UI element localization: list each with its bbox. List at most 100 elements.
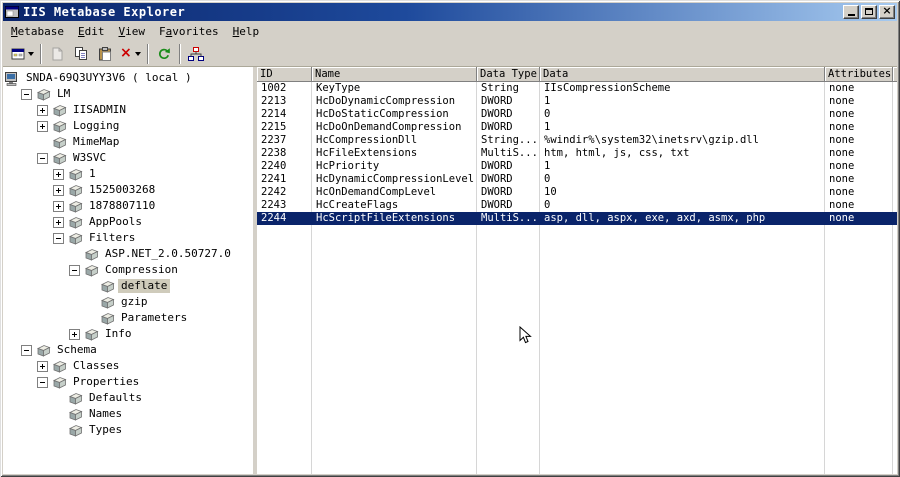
expand-icon[interactable] xyxy=(53,216,64,228)
list-row-2215[interactable]: 2215 HcDoOnDemandCompression DWORD 1 none xyxy=(257,121,897,134)
tree-item-types[interactable]: Types xyxy=(3,422,253,438)
column-header-data-type[interactable]: Data Type xyxy=(477,67,540,82)
dropdown-arrow-icon xyxy=(134,51,141,56)
delete-button[interactable]: × xyxy=(117,43,144,65)
column-header-data[interactable]: Data xyxy=(540,67,825,82)
collapse-icon[interactable] xyxy=(37,376,48,388)
tree-item-1878807110[interactable]: 1878807110 xyxy=(3,198,253,214)
tree-item-w3svc[interactable]: W3SVC xyxy=(3,150,253,166)
tree-item-lm[interactable]: LM xyxy=(3,86,253,102)
key-icon xyxy=(68,408,83,421)
menu-favorites[interactable]: Favorites xyxy=(152,23,226,40)
toolbar-separator xyxy=(40,43,42,64)
column-header-name[interactable]: Name xyxy=(312,67,477,82)
refresh-button[interactable] xyxy=(152,43,176,65)
collapse-icon[interactable] xyxy=(21,88,32,100)
list-row-2240[interactable]: 2240 HcPriority DWORD 1 none xyxy=(257,160,897,173)
console-tree-button[interactable] xyxy=(8,43,37,65)
expand-icon[interactable] xyxy=(53,184,64,196)
minimize-button[interactable] xyxy=(843,5,859,19)
menu-help[interactable]: Help xyxy=(226,23,267,40)
list-row-2214[interactable]: 2214 HcDoStaticCompression DWORD 0 none xyxy=(257,108,897,121)
list-row-2242[interactable]: 2242 HcOnDemandCompLevel DWORD 10 none xyxy=(257,186,897,199)
cell-attributes: none xyxy=(829,95,855,107)
paste-button[interactable] xyxy=(93,43,117,65)
tree-item-defaults[interactable]: Defaults xyxy=(3,390,253,406)
app-icon xyxy=(5,5,19,19)
tree-item-properties[interactable]: Properties xyxy=(3,374,253,390)
collapse-icon[interactable] xyxy=(69,264,80,276)
tree-item-logging[interactable]: Logging xyxy=(3,118,253,134)
cell-data: 10 xyxy=(544,186,557,198)
column-header-attributes[interactable]: Attributes xyxy=(825,67,893,82)
expand-icon[interactable] xyxy=(69,328,80,340)
cell-id: 1002 xyxy=(261,82,287,94)
list-row-2213[interactable]: 2213 HcDoDynamicCompression DWORD 1 none xyxy=(257,95,897,108)
tree-item-names[interactable]: Names xyxy=(3,406,253,422)
tree-item-apppools[interactable]: AppPools xyxy=(3,214,253,230)
cell-id: 2215 xyxy=(261,121,287,133)
list-row-2237[interactable]: 2237 HcCompressionDll String... %windir%\sy… xyxy=(257,134,897,147)
maximize-icon xyxy=(865,8,873,15)
tree-item-iisadmin[interactable]: IISADMIN xyxy=(3,102,253,118)
network-button[interactable] xyxy=(184,43,208,65)
expand-icon[interactable] xyxy=(53,200,64,212)
list-header: ID Name Data Type Data Attributes xyxy=(257,67,897,82)
tree-item-compression[interactable]: Compression xyxy=(3,262,253,278)
menu-metabase[interactable]: Metabase xyxy=(4,23,71,40)
menu-view[interactable]: View xyxy=(111,23,152,40)
tree-item-snda-69q3uyy3v6-local[interactable]: SNDA-69Q3UYY3V6 ( local ) xyxy=(3,70,253,86)
cell-data: 1 xyxy=(544,95,551,107)
key-icon xyxy=(100,296,115,309)
tree-item-label: Defaults xyxy=(89,391,142,404)
expand-icon[interactable] xyxy=(37,360,48,372)
list-row-2238[interactable]: 2238 HcFileExtensions MultiS... htm, html, … xyxy=(257,147,897,160)
cell-data: 0 xyxy=(544,108,551,120)
cell-id: 2238 xyxy=(261,147,287,159)
tree-item-gzip[interactable]: gzip xyxy=(3,294,253,310)
app-window: IIS Metabase Explorer × Metabase Edit View… xyxy=(0,0,900,477)
menu-edit[interactable]: Edit xyxy=(71,23,112,40)
maximize-button[interactable] xyxy=(861,5,877,19)
tree-item-parameters[interactable]: Parameters xyxy=(3,310,253,326)
key-icon xyxy=(100,280,115,293)
expand-icon[interactable] xyxy=(37,120,48,132)
tree-item-filters[interactable]: Filters xyxy=(3,230,253,246)
new-key-button[interactable] xyxy=(45,43,69,65)
close-icon: × xyxy=(882,4,892,17)
menu-bar: Metabase Edit View Favorites Help xyxy=(3,21,897,41)
list-row-2241[interactable]: 2241 HcDynamicCompressionLevel DWORD 0 none xyxy=(257,173,897,186)
tree-item-asp-net-2-0-50727-0[interactable]: ASP.NET_2.0.50727.0 xyxy=(3,246,253,262)
tree-item-label: Compression xyxy=(105,263,178,276)
tree-item-deflate[interactable]: deflate xyxy=(3,278,253,294)
cell-data: htm, html, js, css, txt xyxy=(544,147,690,159)
cell-id: 2242 xyxy=(261,186,287,198)
tree-item-label: AppPools xyxy=(89,215,142,228)
cell-data_type: DWORD xyxy=(481,160,513,172)
tree-item-schema[interactable]: Schema xyxy=(3,342,253,358)
collapse-icon[interactable] xyxy=(21,344,32,356)
collapse-icon[interactable] xyxy=(37,152,48,164)
collapse-icon[interactable] xyxy=(53,232,64,244)
tree-item-label: gzip xyxy=(121,295,148,308)
expand-icon[interactable] xyxy=(37,104,48,116)
close-button[interactable]: × xyxy=(879,5,895,19)
cell-data_type: String... xyxy=(481,134,538,146)
title-bar[interactable]: IIS Metabase Explorer × xyxy=(3,3,897,21)
tree-item-label: ASP.NET_2.0.50727.0 xyxy=(105,247,231,260)
copy-button[interactable] xyxy=(69,43,93,65)
column-header-id[interactable]: ID xyxy=(257,67,312,82)
tree-item-classes[interactable]: Classes xyxy=(3,358,253,374)
tree-item-1525003268[interactable]: 1525003268 xyxy=(3,182,253,198)
expand-icon[interactable] xyxy=(53,168,64,180)
list-row-1002[interactable]: 1002 KeyType String IIsCompressionScheme non… xyxy=(257,82,897,95)
tree-item-mimemap[interactable]: MimeMap xyxy=(3,134,253,150)
list-row-2244[interactable]: 2244 HcScriptFileExtensions MultiS... asp, … xyxy=(257,212,897,225)
tree-item-label: Properties xyxy=(73,375,140,388)
tree-item-1[interactable]: 1 xyxy=(3,166,253,182)
cell-attributes: none xyxy=(829,108,855,120)
tree-item-info[interactable]: Info xyxy=(3,326,253,342)
cell-name: HcDoStaticCompression xyxy=(316,108,449,120)
cell-id: 2243 xyxy=(261,199,287,211)
list-row-2243[interactable]: 2243 HcCreateFlags DWORD 0 none xyxy=(257,199,897,212)
